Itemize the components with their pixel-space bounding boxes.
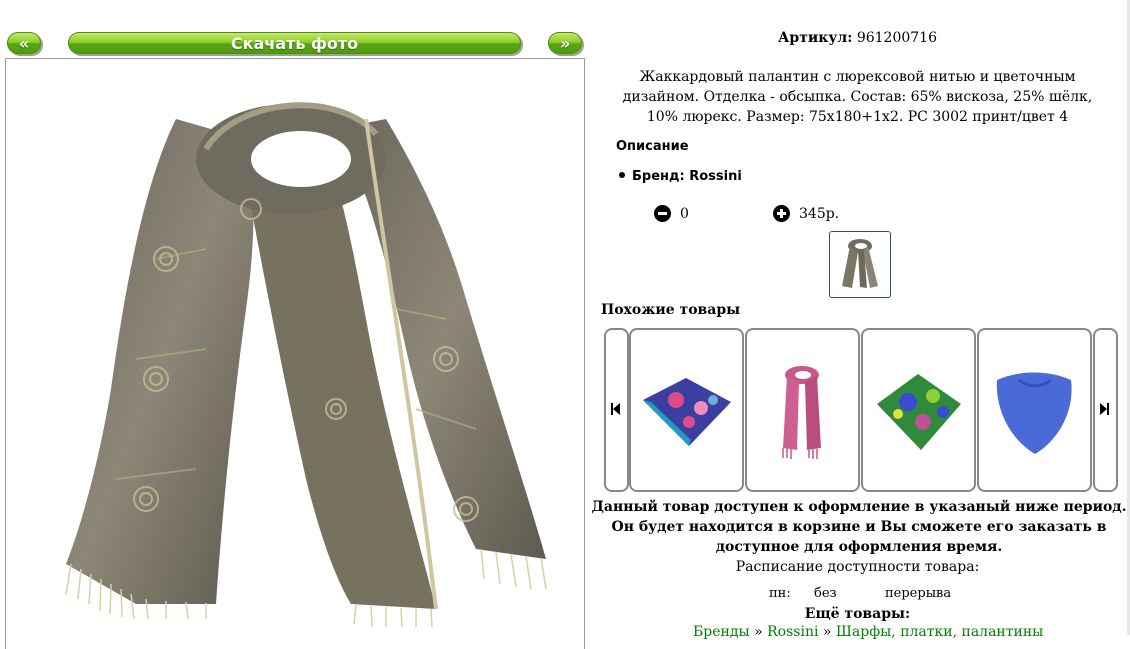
similar-item[interactable] [745,328,860,492]
similar-item[interactable] [977,328,1092,492]
skip-forward-icon [1100,403,1109,415]
prev-photo-button[interactable]: « [7,32,41,54]
scarf-image [65,102,547,628]
description-heading: Описание [616,139,689,154]
thumbnail-scarf-image [842,239,878,288]
schedule-to: перерыва [885,586,952,601]
breadcrumb: Бренды » Rossini » Шарфы, платки, палант… [693,624,1043,640]
breadcrumb-scarves[interactable]: Шарфы, платки, палантины [836,624,1043,640]
breadcrumb-rossini[interactable]: Rossini [767,624,818,640]
similar-products-heading: Похожие товары [601,302,741,318]
price-value: 345р. [799,205,840,222]
availability-notice: Данный товар доступен к оформление в ука… [591,499,1127,555]
schedule-heading: Расписание доступности товара: [735,559,980,575]
schedule-day: пн: [769,586,791,601]
similar-item-image [643,378,731,446]
breadcrumb-brands[interactable]: Бренды [693,624,750,640]
carousel-next-button[interactable] [1093,328,1118,492]
article-value: 961200716 [856,30,937,46]
product-description: Жаккардовый палантин с люрексовой нитью … [622,69,1093,125]
breadcrumb-separator: » [822,624,832,640]
breadcrumb-separator: » [754,624,763,640]
quantity-control: 0 [654,205,689,222]
plus-circle-icon[interactable] [773,205,790,222]
brand-item: Бренд: Rossini [619,169,742,184]
article-line: Артикул: 961200716 [585,28,1130,48]
carousel-prev-button[interactable] [604,328,629,492]
similar-item[interactable] [629,328,744,492]
bullet-icon [619,172,625,178]
quantity-value: 0 [680,205,689,222]
minus-circle-icon[interactable] [654,205,671,222]
article-label: Артикул: [778,30,853,46]
similar-item-image [877,374,961,450]
schedule-from: без [814,586,837,601]
more-products-heading: Ещё товары: [804,606,911,622]
brand-label: Бренд: Rossini [632,169,742,184]
similar-item-image [996,372,1072,454]
similar-item[interactable] [861,328,976,492]
similar-item-image [782,366,821,459]
product-photo [5,58,585,649]
add-to-cart-control: 345р. [773,205,839,222]
next-photo-button[interactable]: » [548,32,582,54]
download-photo-button[interactable]: Скачать фото [68,32,521,54]
skip-back-icon [611,403,620,415]
product-thumbnail[interactable] [829,231,891,298]
